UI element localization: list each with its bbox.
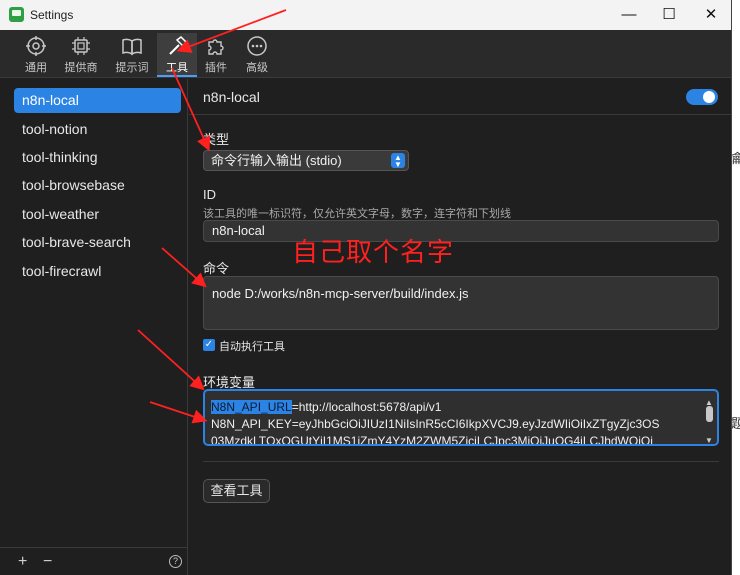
tab-prompts[interactable]: 提示词 (112, 33, 152, 77)
env-scrollbar[interactable]: ▲ ▼ (704, 393, 715, 444)
sidebar-item-tool-weather[interactable]: tool-weather (14, 202, 181, 227)
puzzle-icon (208, 39, 224, 55)
tool-list-sidebar: n8n-local tool-notion tool-thinking tool… (0, 79, 188, 575)
auto-execute-checkbox[interactable]: ✓ (203, 339, 215, 351)
scroll-thumb[interactable] (706, 406, 713, 422)
gear-icon (26, 36, 46, 56)
maximize-button[interactable]: ☐ (646, 0, 692, 30)
type-label: 类型 (203, 132, 230, 147)
tab-label: 提供商 (64, 62, 98, 74)
tool-detail-panel: n8n-local 类型 命令行输入输出 (stdio) ▲ ▼ ID 该工具的唯… (189, 79, 731, 575)
env-variables-textarea[interactable]: N8N_API_URL=http://localhost:5678/api/v1… (203, 389, 719, 446)
annotation-text: 自己取个名字 (292, 238, 455, 268)
env-key-selected: N8N_API_URL (211, 400, 292, 414)
settings-window: Settings — ☐ ✕ 通用 提供商 提示词 工具 插件 高级 n8n-l… (0, 0, 732, 575)
auto-execute-label: 自动执行工具 (219, 341, 285, 353)
env-line: 03MzdkLTQxOGUtYjI1MS1iZmY4YzM2ZWM5ZjciLC… (211, 434, 653, 446)
window-title: Settings (30, 8, 74, 22)
remove-tool-button[interactable]: − (43, 553, 52, 571)
select-arrows-icon: ▲ ▼ (391, 153, 405, 169)
tab-plugins[interactable]: 插件 (196, 33, 236, 77)
screenshot-stage: 龠 题 Settings — ☐ ✕ 通用 提供商 提示词 工具 插件 高级 n… (0, 0, 740, 575)
divider (189, 114, 731, 115)
tab-label: 工具 (166, 62, 188, 74)
tab-label: 通用 (25, 62, 47, 74)
view-tools-button[interactable]: 查看工具 (203, 479, 270, 503)
help-icon[interactable]: ? (169, 555, 182, 568)
env-value: =http://localhost:5678/api/v1 (291, 400, 442, 414)
command-input[interactable]: node D:/works/n8n-mcp-server/build/index… (203, 276, 719, 330)
sidebar-item-tool-brave-search[interactable]: tool-brave-search (14, 230, 181, 255)
chip-icon (72, 37, 90, 55)
close-button[interactable]: ✕ (688, 0, 731, 30)
env-line: N8N_API_URL=http://localhost:5678/api/v1 (211, 399, 697, 416)
tool-title: n8n-local (203, 89, 260, 105)
tab-label: 插件 (205, 62, 227, 74)
background-text-fragment: 龠 (731, 151, 740, 166)
book-icon (122, 38, 142, 56)
background-page-strip (733, 0, 740, 575)
sidebar-footer: + − ? (0, 547, 188, 575)
tab-label: 提示词 (115, 62, 149, 74)
tab-general[interactable]: 通用 (16, 33, 56, 77)
type-select[interactable]: 命令行输入输出 (stdio) ▲ ▼ (203, 150, 409, 171)
enable-toggle[interactable] (686, 89, 718, 105)
type-select-value: 命令行输入输出 (stdio) (211, 153, 342, 168)
sidebar-item-tool-thinking[interactable]: tool-thinking (14, 145, 181, 170)
background-text-fragment: 题 (731, 416, 740, 431)
tab-tools[interactable]: 工具 (157, 33, 197, 77)
id-input[interactable]: n8n-local (203, 220, 719, 242)
sidebar-item-n8n-local[interactable]: n8n-local (14, 88, 181, 113)
title-bar[interactable]: Settings — ☐ ✕ (0, 0, 731, 30)
command-label: 命令 (203, 261, 230, 276)
sidebar-item-tool-notion[interactable]: tool-notion (14, 117, 181, 142)
tab-advanced[interactable]: 高级 (237, 33, 277, 77)
hammer-icon (169, 36, 187, 55)
app-icon (9, 7, 24, 22)
tab-label: 高级 (246, 62, 268, 74)
id-label: ID (203, 187, 216, 202)
tab-providers[interactable]: 提供商 (61, 33, 101, 77)
toggle-knob (703, 91, 715, 103)
settings-toolbar: 通用 提供商 提示词 工具 插件 高级 (0, 30, 731, 78)
scroll-down-icon[interactable]: ▼ (705, 432, 713, 444)
sidebar-item-tool-browsebase[interactable]: tool-browsebase (14, 173, 181, 198)
id-hint: 该工具的唯一标识符，仅允许英文字母，数字，连字符和下划线 (203, 208, 511, 220)
add-tool-button[interactable]: + (18, 553, 27, 571)
divider (203, 461, 719, 462)
more-icon (247, 36, 267, 56)
env-line: N8N_API_KEY=eyJhbGciOiJIUzI1NiIsInR5cCI6… (211, 417, 660, 431)
sidebar-item-tool-firecrawl[interactable]: tool-firecrawl (14, 259, 181, 284)
